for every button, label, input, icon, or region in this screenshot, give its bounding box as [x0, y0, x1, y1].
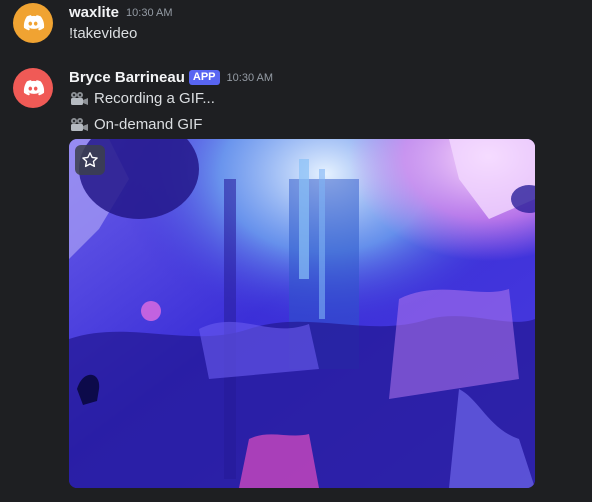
- username[interactable]: Bryce Barrineau: [69, 69, 185, 86]
- avatar[interactable]: [13, 68, 53, 108]
- message-text: On-demand GIF: [94, 116, 203, 133]
- discord-logo-icon: [23, 15, 45, 31]
- timestamp[interactable]: 10:30 AM: [227, 72, 273, 84]
- message-content: !takevideo: [69, 25, 137, 42]
- chat-messages: waxlite 10:30 AM !takevideo Bryce Barrin…: [0, 0, 592, 502]
- app-badge: APP: [188, 70, 220, 85]
- timestamp[interactable]: 10:30 AM: [126, 7, 172, 19]
- message-content: On-demand GIF: [69, 116, 202, 133]
- star-icon: [82, 152, 98, 168]
- message-content: Recording a GIF...: [69, 90, 215, 107]
- movie-camera-icon: [71, 117, 88, 131]
- gif-attachment[interactable]: [69, 139, 535, 488]
- favorite-button[interactable]: [75, 145, 105, 175]
- message-header: Bryce Barrineau APP 10:30 AM: [69, 69, 273, 86]
- avatar[interactable]: [13, 3, 53, 43]
- gif-image[interactable]: [69, 139, 535, 488]
- username[interactable]: waxlite: [69, 4, 119, 21]
- message-text: !takevideo: [69, 25, 138, 42]
- discord-logo-icon: [23, 80, 45, 96]
- movie-camera-icon: [71, 91, 88, 105]
- message-header: waxlite 10:30 AM: [69, 4, 173, 21]
- message-text: Recording a GIF...: [94, 90, 215, 107]
